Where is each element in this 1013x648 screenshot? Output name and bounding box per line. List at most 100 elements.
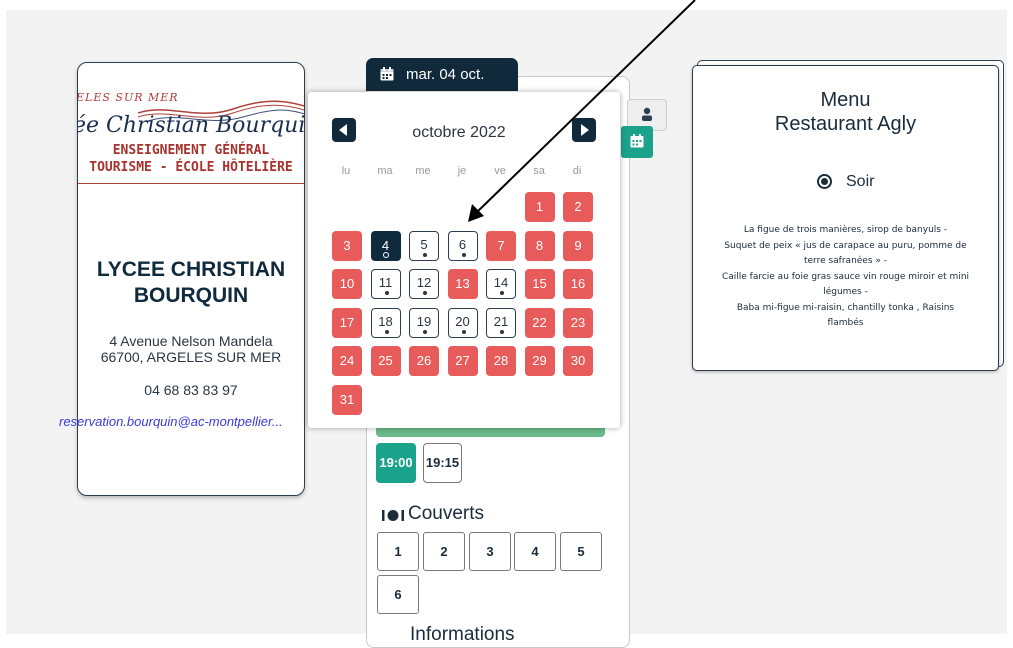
couverts-option-3[interactable]: 3 — [469, 532, 511, 571]
menu-line-4: Caille farcie au foie gras sauce vin rou… — [721, 271, 970, 282]
day-21[interactable]: 21 — [486, 307, 516, 338]
calendar-icon — [380, 67, 394, 81]
day-6[interactable]: 6 — [447, 230, 478, 261]
couverts-option-5[interactable]: 5 — [560, 532, 602, 571]
weekday-sun: di — [572, 165, 582, 177]
availability-dot — [382, 251, 389, 258]
day-10: 10 — [332, 269, 362, 299]
day-15: 15 — [524, 269, 555, 299]
day-29: 29 — [524, 346, 555, 376]
day-20[interactable]: 20 — [447, 307, 478, 338]
logo-subtitle-2: TOURISME - ÉCOLE HÔTELIÈRE — [89, 160, 293, 175]
selected-date-tab[interactable]: mar. 04 oct. — [366, 58, 518, 91]
availability-dot — [384, 291, 389, 295]
day-16: 16 — [563, 269, 593, 299]
logo-script-text: Lycée Christian Bourquin — [78, 113, 305, 138]
couverts-option-2[interactable]: 2 — [423, 532, 465, 571]
calendar-button[interactable] — [621, 126, 653, 158]
menu-title-line-2: Restaurant Agly — [774, 113, 917, 135]
menu-description: La figue de trois manières, sirop de ban… — [703, 223, 988, 332]
day-14[interactable]: 14 — [486, 269, 516, 299]
day-4[interactable]: 4 — [370, 230, 401, 261]
logo-subtitle-1: ENSEIGNEMENT GÉNÉRAL — [112, 143, 270, 158]
day-31: 31 — [332, 384, 362, 415]
address-line-1: 4 Avenue Nelson Mandela — [109, 333, 273, 349]
calendar-icon — [630, 134, 644, 148]
school-info-card: ARGELES SUR MER Lycée Christian Bourquin… — [77, 62, 305, 496]
informations-heading: Informations — [410, 624, 515, 645]
day-22: 22 — [524, 307, 555, 338]
menu-line-3: terre safranées » - — [803, 256, 888, 266]
screen: ARGELES SUR MER Lycée Christian Bourquin… — [0, 0, 1013, 648]
service-radio[interactable] — [817, 174, 832, 189]
time-slot-1900[interactable]: 19:00 — [376, 443, 416, 483]
previous-month-button[interactable] — [332, 118, 356, 142]
school-email-link[interactable]: reservation.bourquin@ac-montpellier... — [59, 414, 291, 429]
day-2: 2 — [563, 192, 593, 222]
weekday-tue: ma — [377, 165, 393, 177]
time-slot-1915[interactable]: 19:15 — [423, 443, 462, 483]
weekday-fri: ve — [494, 165, 506, 177]
availability-dot — [423, 252, 427, 257]
weekday-wed: me — [415, 165, 431, 177]
couverts-option-1[interactable]: 1 — [377, 532, 419, 571]
day-23: 23 — [563, 307, 593, 338]
menu-line-5: légumes - — [823, 287, 868, 297]
logo-divider — [78, 183, 304, 184]
availability-dot — [423, 291, 427, 295]
school-phone: 04 68 83 83 97 — [144, 382, 238, 398]
availability-dot — [500, 291, 504, 295]
weekday-thu: je — [457, 165, 467, 177]
school-name-line-2: BOURQUIN — [133, 284, 249, 307]
menu-line-2: Suquet de peix « jus de carapace au puru… — [724, 240, 967, 251]
day-25: 25 — [370, 346, 401, 376]
availability-dot — [461, 252, 466, 257]
day-27: 27 — [447, 346, 478, 376]
user-icon — [642, 107, 652, 121]
day-13: 13 — [447, 269, 478, 299]
day-1: 1 — [524, 192, 555, 222]
menu-line-7: flambés — [827, 318, 864, 328]
day-19[interactable]: 19 — [409, 307, 439, 338]
availability-dot — [423, 329, 427, 334]
chevron-left-icon — [339, 124, 347, 136]
chevron-right-icon — [581, 124, 589, 136]
availability-dot — [500, 329, 504, 334]
menu-title-line-1: Menu — [820, 89, 871, 111]
day-9: 9 — [563, 230, 593, 261]
day-3: 3 — [332, 230, 362, 261]
school-name-line-1: LYCEE CHRISTIAN — [96, 258, 286, 281]
weekday-mon: lu — [341, 165, 351, 177]
day-18[interactable]: 18 — [370, 307, 401, 338]
availability-dot — [461, 329, 466, 334]
day-24: 24 — [332, 346, 362, 376]
day-17: 17 — [332, 307, 362, 338]
couverts-option-4[interactable]: 4 — [514, 532, 556, 571]
day-26: 26 — [409, 346, 439, 376]
day-8: 8 — [524, 230, 555, 261]
menu-line-6: Baba mi-figue mi-raisin, chantilly tonka… — [736, 302, 955, 313]
menu-card: Menu Restaurant Agly Soir La figue de tr… — [692, 65, 999, 371]
day-28: 28 — [486, 346, 516, 376]
school-name: LYCEE CHRISTIAN BOURQUIN — [78, 257, 304, 309]
month-title: octobre 2022 — [412, 124, 506, 141]
day-7: 7 — [486, 230, 516, 261]
next-month-button[interactable] — [572, 118, 596, 142]
day-11[interactable]: 11 — [370, 269, 401, 299]
logo-town-text: ARGELES SUR MER — [77, 91, 179, 104]
weekday-sat: sa — [533, 165, 545, 177]
address-line-2: 66700, ARGELES SUR MER — [100, 349, 282, 365]
day-12[interactable]: 12 — [409, 269, 439, 299]
school-logo: ARGELES SUR MER Lycée Christian Bourquin… — [78, 85, 304, 215]
service-label: Soir — [846, 173, 875, 190]
couverts-label: Couverts — [408, 503, 485, 524]
date-picker: octobre 2022 lu ma me je ve sa di 123456… — [308, 92, 620, 428]
day-30: 30 — [563, 346, 593, 376]
school-address: 4 Avenue Nelson Mandela 66700, ARGELES S… — [78, 333, 304, 365]
day-5[interactable]: 5 — [409, 230, 439, 261]
couverts-option-6[interactable]: 6 — [377, 575, 419, 614]
selected-date-text: mar. 04 oct. — [406, 66, 485, 83]
availability-dot — [384, 329, 389, 334]
menu-line-1: La figue de trois manières, sirop de ban… — [743, 225, 948, 235]
cutlery-icon — [382, 510, 404, 521]
